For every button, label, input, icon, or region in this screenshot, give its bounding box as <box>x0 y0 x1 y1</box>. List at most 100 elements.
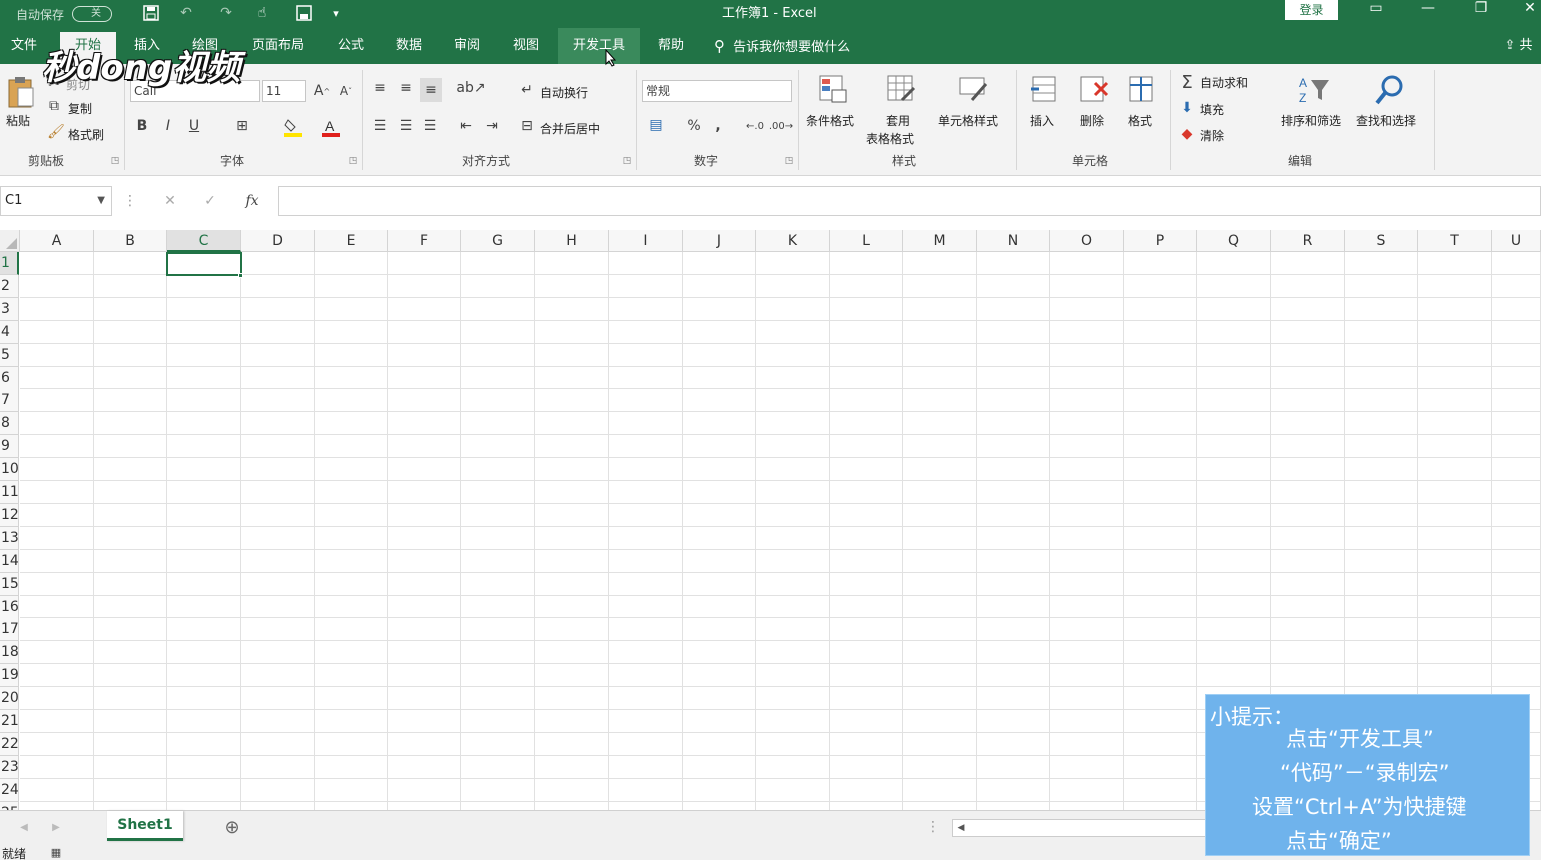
clear-eraser-icon[interactable]: ◆ <box>1178 124 1196 144</box>
format-painter-icon[interactable]: 🖌 <box>47 124 65 140</box>
increase-decimal-icon[interactable]: ←.0 <box>744 116 766 136</box>
tab-split-handle[interactable]: ⋮ <box>926 817 940 837</box>
row-header[interactable]: 19 <box>0 664 19 688</box>
login-button[interactable]: 登录 <box>1285 0 1338 20</box>
formula-input[interactable] <box>278 186 1541 216</box>
delete-cells-icon[interactable] <box>1076 72 1110 106</box>
wrap-text-label[interactable]: 自动换行 <box>540 84 588 101</box>
row-header[interactable]: 14 <box>0 549 19 573</box>
grow-font-icon[interactable]: A ^ <box>312 80 332 102</box>
dialog-launcher-icon[interactable]: ◳ <box>110 156 120 166</box>
column-header[interactable]: K <box>756 230 830 252</box>
row-header[interactable]: 6 <box>0 366 19 390</box>
row-header[interactable]: 12 <box>0 503 19 527</box>
column-header[interactable]: N <box>977 230 1050 252</box>
restore-button[interactable]: ❐ <box>1461 0 1501 20</box>
delete-cells-label[interactable]: 删除 <box>1080 112 1104 129</box>
wrap-text-icon[interactable]: ↵ <box>518 80 536 100</box>
column-header[interactable]: J <box>683 230 756 252</box>
format-as-table-icon[interactable] <box>884 72 918 106</box>
column-header[interactable]: D <box>241 230 315 252</box>
column-header[interactable]: R <box>1271 230 1345 252</box>
increase-indent-icon[interactable]: ⇥ <box>482 116 502 136</box>
column-header[interactable]: O <box>1050 230 1124 252</box>
active-cell[interactable] <box>166 252 242 276</box>
new-sheet-button[interactable]: ⊕ <box>220 815 244 839</box>
tab-data[interactable]: 数据 <box>386 28 432 64</box>
scroll-tabs-right-icon[interactable]: ▶ <box>48 817 64 837</box>
borders-icon[interactable]: ⊞ <box>232 116 252 136</box>
row-header[interactable]: 11 <box>0 481 19 504</box>
column-header[interactable]: I <box>609 230 683 252</box>
tab-review[interactable]: 审阅 <box>444 28 490 64</box>
comma-button[interactable]: , <box>710 116 726 136</box>
copy-label[interactable]: 复制 <box>68 100 92 117</box>
save-as-icon[interactable] <box>292 2 316 24</box>
row-header[interactable]: 10 <box>0 458 19 482</box>
row-header[interactable]: 13 <box>0 526 19 550</box>
row-header[interactable]: 7 <box>0 389 19 413</box>
row-header[interactable]: 17 <box>0 618 19 642</box>
number-format-select[interactable]: 常规 <box>642 80 792 102</box>
row-header[interactable]: 23 <box>0 755 19 779</box>
align-top-icon[interactable]: ≡ <box>370 78 390 98</box>
decrease-decimal-icon[interactable]: .00→ <box>769 116 793 136</box>
italic-button[interactable]: I <box>158 116 178 136</box>
cell-styles-icon[interactable] <box>956 72 990 106</box>
fill-label[interactable]: 填充 <box>1200 101 1224 118</box>
conditional-format-icon[interactable] <box>816 72 850 106</box>
touch-mode-icon[interactable]: ☝ <box>250 2 274 24</box>
scroll-tabs-left-icon[interactable]: ◀ <box>16 817 32 837</box>
align-center-icon[interactable]: ☰ <box>396 116 416 136</box>
cell-styles-label[interactable]: 单元格样式 <box>938 112 998 129</box>
column-header[interactable]: G <box>461 230 535 252</box>
row-header[interactable]: 16 <box>0 595 19 619</box>
name-box[interactable]: C1 ▼ <box>0 186 112 216</box>
scroll-left-icon[interactable]: ◀ <box>953 820 969 836</box>
clear-label[interactable]: 清除 <box>1200 127 1224 144</box>
row-header[interactable]: 24 <box>0 778 19 802</box>
merge-center-label[interactable]: 合并后居中 <box>540 120 600 137</box>
row-header[interactable]: 5 <box>0 343 19 367</box>
customize-toolbar-icon[interactable]: ▾ <box>328 2 344 24</box>
autosum-icon[interactable]: Σ <box>1178 72 1196 93</box>
format-cells-label[interactable]: 格式 <box>1128 112 1152 129</box>
column-header[interactable]: C <box>167 230 241 252</box>
row-header[interactable]: 1 <box>0 252 19 275</box>
column-header[interactable]: A <box>20 230 94 252</box>
row-header[interactable]: 21 <box>0 710 19 733</box>
bold-button[interactable]: B <box>132 116 152 136</box>
horizontal-scrollbar[interactable]: ◀ <box>952 819 1206 837</box>
dialog-launcher-icon[interactable]: ◳ <box>622 156 632 166</box>
align-middle-icon[interactable]: ≡ <box>396 78 416 98</box>
row-header[interactable]: 25 <box>0 801 19 810</box>
undo-icon[interactable]: ↶ <box>174 2 198 24</box>
align-bottom-icon[interactable]: ≡ <box>420 78 442 102</box>
merge-center-icon[interactable]: ⊟ <box>518 116 536 136</box>
row-header[interactable]: 8 <box>0 412 19 436</box>
row-header[interactable]: 20 <box>0 687 19 711</box>
accounting-format-icon[interactable]: ▤ <box>644 114 668 136</box>
row-header[interactable]: 22 <box>0 732 19 756</box>
find-select-icon[interactable] <box>1372 72 1408 108</box>
align-left-icon[interactable]: ☰ <box>370 116 390 136</box>
autosum-label[interactable]: 自动求和 <box>1200 74 1248 91</box>
tab-developer[interactable]: 开发工具 <box>558 28 640 64</box>
format-painter-label[interactable]: 格式刷 <box>68 126 104 143</box>
select-all-button[interactable] <box>0 230 20 252</box>
close-button[interactable]: ✕ <box>1510 0 1541 20</box>
insert-cells-label[interactable]: 插入 <box>1030 112 1054 129</box>
insert-function-button[interactable]: fx <box>240 191 264 211</box>
fill-color-icon[interactable] <box>282 116 304 138</box>
confirm-entry-button[interactable]: ✓ <box>200 191 220 211</box>
paste-icon[interactable] <box>4 74 38 110</box>
ribbon-display-icon[interactable]: ▭ <box>1356 0 1396 20</box>
row-header[interactable]: 3 <box>0 297 19 321</box>
format-as-table-label2[interactable]: 表格格式 <box>866 130 914 147</box>
row-header[interactable]: 9 <box>0 435 19 459</box>
tell-me-search[interactable]: ⚲ 告诉我你想要做什么 <box>714 28 874 64</box>
tab-file[interactable]: 文件 <box>4 28 44 64</box>
column-header[interactable]: S <box>1345 230 1418 252</box>
percent-button[interactable]: % <box>684 116 704 136</box>
row-header[interactable]: 15 <box>0 572 19 596</box>
